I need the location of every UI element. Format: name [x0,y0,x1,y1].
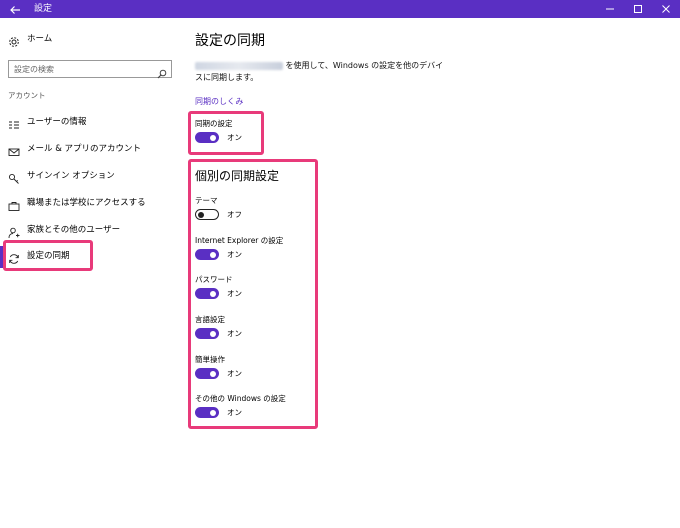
sidebar-section-label: アカウント [8,91,46,100]
sidebar-item-sign-in-options[interactable]: サインイン オプション [0,166,178,188]
close-button[interactable] [652,0,680,18]
key-icon [8,170,20,184]
maximize-icon [634,5,642,13]
sidebar-item-work-school[interactable]: 職場または学校にアクセスする [0,193,178,215]
person-add-icon [8,224,20,239]
close-icon [662,5,670,13]
window-title: 設定 [34,4,53,14]
page-title: 設定の同期 [195,33,265,49]
gear-icon [8,33,20,47]
sidebar: ホーム 設定の検索 アカウント ユーザーの情報 メール & アプリのアカウント … [0,18,178,528]
sidebar-item-mail-accounts[interactable]: メール & アプリのアカウント [0,139,178,161]
highlight-box-individual-settings [188,159,318,429]
search-input[interactable]: 設定の検索 [8,60,172,79]
sidebar-item-label: ユーザーの情報 [27,117,87,127]
sidebar-item-label: 家族とその他のユーザー [27,225,121,235]
mail-icon [8,143,20,156]
maximize-button[interactable] [624,0,652,18]
sidebar-item-label: 職場または学校にアクセスする [27,198,146,208]
back-arrow-icon[interactable] [8,2,22,16]
title-bar: 設定 [0,0,680,18]
minimize-button[interactable] [596,0,624,18]
sidebar-item-label: サインイン オプション [27,171,115,181]
user-info-icon [8,116,20,129]
sync-description: を使用して、Windows の設定を他のデバイスに同期します。 [195,60,450,84]
sidebar-home-label: ホーム [27,34,53,44]
highlight-box-sync-nav [3,240,93,271]
briefcase-icon [8,197,20,211]
sidebar-item-user-info[interactable]: ユーザーの情報 [0,112,178,134]
how-sync-works-link[interactable]: 同期のしくみ [195,96,243,107]
sidebar-item-home[interactable]: ホーム [0,29,178,51]
redacted-account-email [195,61,283,70]
sidebar-item-family-users[interactable]: 家族とその他のユーザー [0,220,178,242]
sidebar-item-label: メール & アプリのアカウント [27,144,142,154]
search-icon[interactable] [157,64,167,79]
minimize-icon [606,8,614,10]
search-placeholder: 設定の検索 [14,65,54,74]
highlight-box-sync-toggle [188,111,264,155]
